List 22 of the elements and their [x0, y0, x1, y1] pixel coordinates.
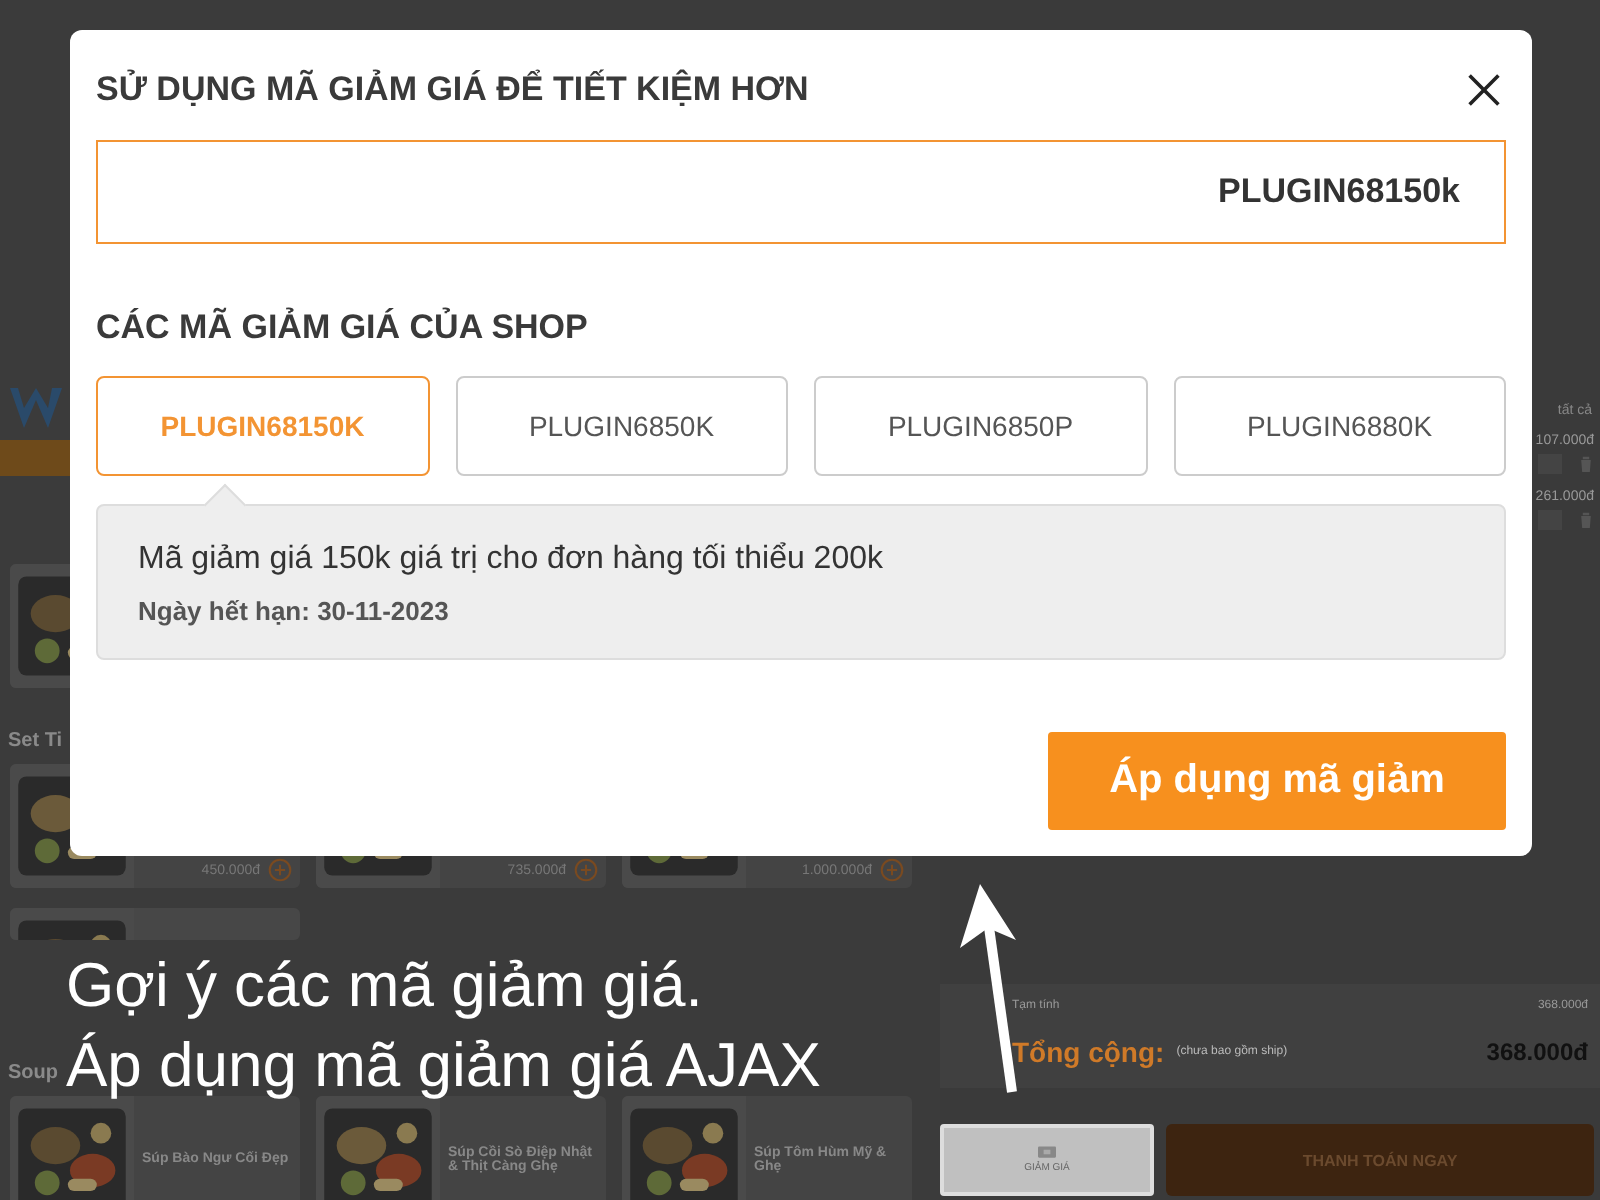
apply-button[interactable]: Áp dụng mã giảm: [1048, 732, 1506, 830]
coupon-code-field[interactable]: PLUGIN68150k: [96, 140, 1506, 244]
total-label: Tổng cộng:: [1012, 1036, 1165, 1068]
coupon-option[interactable]: PLUGIN6850P: [814, 376, 1147, 476]
add-icon[interactable]: [880, 858, 904, 882]
logo-icon: [8, 384, 64, 432]
trash-icon[interactable]: [1578, 510, 1594, 530]
coupon-option[interactable]: PLUGIN6880K: [1173, 376, 1506, 476]
add-icon[interactable]: [268, 858, 292, 882]
caption-text: Gợi ý các mã giảm giá.: [66, 948, 705, 1024]
dialog-title: SỬ DỤNG MÃ GIẢM GIÁ ĐỂ TIẾT KIỆM HƠN: [96, 70, 809, 110]
coupon-description: Mã giảm giá 150k giá trị cho đơn hàng tối thiểu 200k: [138, 542, 885, 578]
coupon-option[interactable]: PLUGIN68150K: [96, 376, 429, 476]
add-icon[interactable]: [574, 858, 598, 882]
section-title: Set Ti: [8, 728, 63, 756]
expiry-date: Ngày hết hạn: 30-11-2023: [138, 596, 451, 626]
section-title: Soup: [8, 1060, 58, 1088]
ticket-icon: [1038, 1146, 1056, 1158]
section-title: CÁC MÃ GIẢM GIÁ CỦA SHOP: [96, 308, 590, 348]
trash-icon[interactable]: [1578, 454, 1594, 474]
close-icon[interactable]: [1466, 72, 1502, 108]
coupon-option[interactable]: PLUGIN6850K: [455, 376, 788, 476]
